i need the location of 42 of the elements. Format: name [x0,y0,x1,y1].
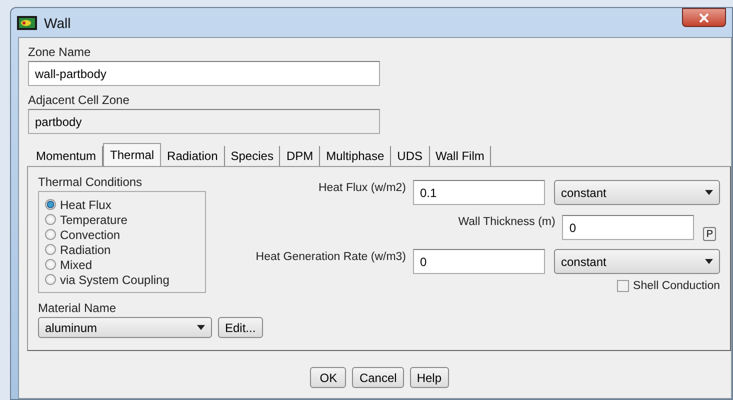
zone-name-field[interactable]: wall-partbody [28,61,380,86]
adjacent-zone-field[interactable]: partbody [28,109,380,134]
window-title: Wall [44,14,71,30]
method-dropdown[interactable]: constant [554,249,720,274]
shell-conduction-option[interactable]: Shell Conduction [617,280,720,292]
app-icon [17,16,37,30]
field-label: Heat Generation Rate (w/m3) [256,250,406,263]
radio-option[interactable]: Convection [45,227,199,242]
material-dropdown[interactable]: aluminum [38,317,212,338]
field-label: Zone Name [28,45,91,59]
radio-option[interactable]: via System Coupling [45,272,199,287]
radio-button[interactable] [45,259,56,270]
field-label: Heat Flux (w/m2) [318,181,406,194]
radio-button[interactable] [45,274,56,285]
heat-flux-field[interactable]: 0.1 [413,180,545,205]
caret-icon [705,190,713,195]
radio-option[interactable]: Heat Flux [45,197,199,212]
method-dropdown[interactable]: constant [554,180,720,205]
heat-generation-field[interactable]: 0 [413,249,545,274]
dialog-button[interactable]: Cancel [352,367,404,388]
field-label: Wall Thickness (m) [458,215,556,228]
group-label: Thermal Conditions [38,175,142,189]
edit-button[interactable]: Edit... [218,317,263,338]
radio-option[interactable]: Radiation [45,242,199,257]
close-icon [699,12,709,22]
radio-button[interactable] [45,214,56,225]
wall-thickness-field[interactable]: 0 [562,215,694,240]
parameter-button[interactable]: P [703,227,716,241]
radio-button[interactable] [45,229,56,240]
radio-button[interactable] [45,244,56,255]
dialog-button[interactable]: OK [310,367,346,388]
radio-button[interactable] [45,199,56,210]
caret-icon [197,325,205,330]
caret-icon [705,259,713,264]
radio-option[interactable]: Mixed [45,257,199,272]
checkbox[interactable] [617,280,630,292]
dialog-button[interactable]: Help [410,367,449,388]
field-label: Material Name [38,301,116,315]
close-button[interactable] [682,8,726,27]
tab[interactable]: Thermal [103,143,162,166]
field-label: Adjacent Cell Zone [28,93,130,107]
radio-option[interactable]: Temperature [45,212,199,227]
